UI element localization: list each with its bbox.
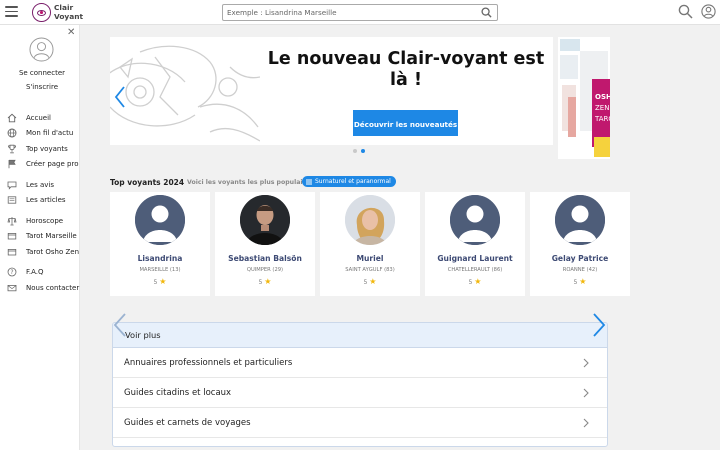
voyant-rating: 5 ★ [258, 277, 272, 286]
svg-text:ZEN: ZEN [595, 104, 609, 112]
promo-banner: Le nouveau Clair-voyant est là ! Découvr… [110, 37, 553, 145]
voyant-rating: 5 ★ [573, 277, 587, 286]
eye-logo-icon [32, 3, 51, 22]
chevron-right-icon [583, 418, 589, 428]
voyant-card[interactable]: Sebastian Balsön QUIMPER (29) 5 ★ [215, 192, 315, 296]
voyant-name[interactable]: Gelay Patrice [530, 254, 630, 263]
logo-text: Clair Voyant [54, 3, 83, 21]
voyant-card[interactable]: Lisandrina MARSEILLE (13) 5 ★ [110, 192, 210, 296]
card-icon [6, 230, 17, 241]
chevron-left-icon[interactable] [114, 86, 126, 108]
svg-text:?: ? [10, 269, 13, 276]
search-icon[interactable] [678, 4, 693, 19]
voyant-city: SAINT AYGULF (83) [345, 267, 395, 273]
sidebar-item-faq[interactable]: ? F.A.Q [6, 266, 44, 277]
card-icon [6, 246, 17, 257]
close-icon[interactable]: ✕ [67, 28, 75, 38]
voyant-city: ROANNE (42) [562, 267, 598, 273]
avatar [345, 195, 395, 245]
avatar [135, 195, 185, 245]
sidebar-item-fil-actu[interactable]: Mon fil d'actu [6, 127, 73, 138]
star-icon: ★ [579, 277, 587, 286]
voyant-rating: 5 ★ [153, 277, 167, 286]
list-item[interactable]: Annuaires professionnels et particuliers [113, 348, 607, 378]
section-subtitle: Voici les voyants les plus populaires [187, 179, 314, 186]
chevron-right-icon [583, 358, 589, 368]
star-icon: ★ [369, 277, 377, 286]
voyant-rating: 5 ★ [468, 277, 482, 286]
flag-icon [6, 158, 17, 169]
voyant-name[interactable]: Guignard Laurent [425, 254, 525, 263]
discover-button[interactable]: Découvrir les nouveautés [353, 110, 458, 136]
sidebar-item-accueil[interactable]: Accueil [6, 112, 51, 123]
voyant-city: CHATELLERAULT (86) [447, 267, 503, 273]
svg-text:OSH: OSH [595, 93, 610, 101]
list-icon [306, 179, 312, 184]
voyant-name[interactable]: Muriel [320, 254, 420, 263]
star-icon: ★ [264, 277, 272, 286]
trophy-icon [6, 143, 17, 154]
help-icon: ? [6, 266, 17, 277]
carousel-dot-active[interactable] [361, 149, 365, 153]
avatar [450, 195, 500, 245]
voyant-rating: 5 ★ [363, 277, 377, 286]
sidebar: ✕ Se connecter S'inscrire Accueil Mon fi… [0, 25, 80, 450]
sidebar-item-avis[interactable]: Les avis [6, 179, 54, 190]
star-icon: ★ [474, 277, 482, 286]
list-item[interactable]: Guides citadins et locaux [113, 378, 607, 408]
search-input[interactable] [223, 5, 468, 20]
home-icon [6, 112, 17, 123]
chevron-right-icon[interactable] [592, 313, 606, 337]
eye-sketch-illustration [110, 45, 260, 142]
scales-icon [6, 215, 17, 226]
document-icon [6, 194, 17, 205]
search-icon[interactable] [481, 7, 492, 18]
voir-plus-title: Voir plus [113, 323, 607, 348]
login-link[interactable]: Se connecter [0, 69, 84, 77]
register-link[interactable]: S'inscrire [0, 83, 84, 91]
sidebar-item-tarot-osho[interactable]: Tarot Osho Zen [6, 246, 79, 257]
category-chip[interactable]: Surnaturel et paranormal [302, 176, 396, 187]
carousel-dot[interactable] [353, 149, 357, 153]
mail-icon [6, 282, 17, 293]
voyant-name[interactable]: Lisandrina [110, 254, 210, 263]
user-icon[interactable] [701, 4, 716, 19]
chevron-right-icon [583, 388, 589, 398]
tarot-deck-image: OSH ZEN TARO [558, 37, 610, 159]
voyant-card[interactable]: Gelay Patrice ROANNE (42) 5 ★ [530, 192, 630, 296]
list-item[interactable]: Guides et carnets de voyages [113, 408, 607, 438]
section-title: Top voyants 2024 [110, 178, 185, 187]
avatar [555, 195, 605, 245]
menu-icon[interactable] [5, 6, 18, 18]
sidebar-item-tarot-marseille[interactable]: Tarot Marseille [6, 230, 77, 241]
avatar [240, 195, 290, 245]
svg-text:TARO: TARO [594, 115, 610, 123]
banner-title: Le nouveau Clair-voyant est là ! [267, 49, 545, 90]
carousel-dots [353, 149, 365, 153]
top-bar: Clair Voyant [0, 0, 720, 25]
sidebar-item-horoscope[interactable]: Horoscope [6, 215, 63, 226]
sidebar-item-articles[interactable]: Les articles [6, 194, 66, 205]
voyant-city: MARSEILLE (13) [139, 267, 181, 273]
voyant-city: QUIMPER (29) [246, 267, 284, 273]
logo[interactable]: Clair Voyant [32, 3, 83, 22]
voir-plus-panel: Voir plus Annuaires professionnels et pa… [112, 322, 608, 447]
search-bar [222, 4, 498, 21]
sidebar-item-contact[interactable]: Nous contacter [6, 282, 79, 293]
star-icon: ★ [159, 277, 167, 286]
voyant-name[interactable]: Sebastian Balsön [215, 254, 315, 263]
voyant-card[interactable]: Muriel SAINT AYGULF (83) 5 ★ [320, 192, 420, 296]
avatar [29, 37, 54, 62]
globe-icon [6, 127, 17, 138]
tarot-banner-preview[interactable]: OSH ZEN TARO [558, 37, 610, 159]
chat-icon [6, 179, 17, 190]
sidebar-item-top-voyants[interactable]: Top voyants [6, 143, 68, 154]
sidebar-item-creer-page[interactable]: Créer page pro [6, 158, 79, 169]
chevron-left-icon[interactable] [113, 313, 127, 337]
voyant-card[interactable]: Guignard Laurent CHATELLERAULT (86) 5 ★ [425, 192, 525, 296]
